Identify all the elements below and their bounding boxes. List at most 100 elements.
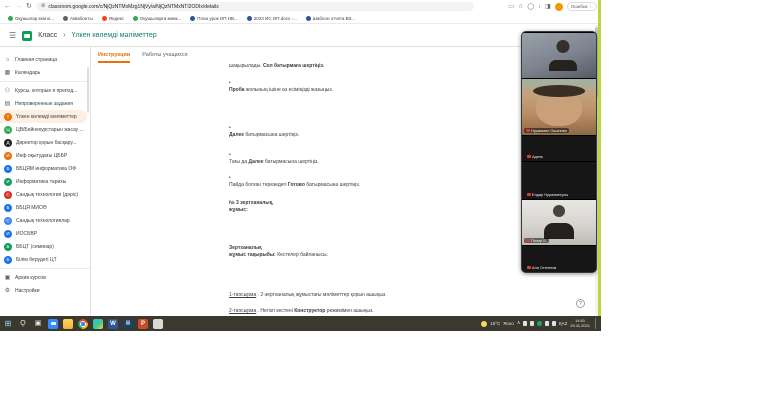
sidebar-item-archive[interactable]: ▣ Архив курсов xyxy=(0,271,90,284)
breadcrumb-app[interactable]: Класс xyxy=(38,32,57,39)
participant-tile-pinar[interactable]: Пинар Б. xyxy=(522,199,596,245)
weather-temp[interactable]: 15°C xyxy=(490,321,500,326)
weather-sun-icon[interactable] xyxy=(481,321,487,327)
participant-tile-nurzhamal[interactable]: Нуржамал Ошанова xyxy=(522,78,596,135)
content-text: . 2-зертханалық жұмыстағы мәліметтер қор… xyxy=(258,292,387,298)
participant-tile-eldar[interactable]: Елдар Нурахме... Елдар Нурахметулы xyxy=(522,161,596,199)
zoom-meeting-icon[interactable] xyxy=(537,321,542,326)
classroom-logo-icon[interactable] xyxy=(22,31,32,41)
bookmark-item[interactable]: Яндекс xyxy=(102,16,124,21)
language-indicator[interactable]: ҚАЗ xyxy=(559,321,567,326)
sidebar-course-inf-tarihy[interactable]: И Информатика тарихы 4 курс xyxy=(0,175,90,188)
participant-label: Нуржамал Ошанова xyxy=(524,128,569,133)
help-button[interactable]: ? xyxy=(576,299,585,308)
notes-app-icon[interactable] xyxy=(153,319,163,329)
bookmark-item[interactable]: 2023 ИС ОП.docx -... xyxy=(247,16,297,21)
sidebar-course-bbcym[interactable]: Б ББЦЯМ информатика ОФ Магистратура 2 ку… xyxy=(0,162,90,175)
sidebar-course-sandyk-tech[interactable]: С Сандық технологиялар 2 курс ИОК xyxy=(0,214,90,227)
bookmark-item[interactable]: Аквабонты xyxy=(63,16,93,21)
pip-icon[interactable]: ▭ xyxy=(508,4,514,10)
project-app-icon[interactable]: ▤ xyxy=(123,319,133,329)
tab-student-work[interactable]: Работы учащихся xyxy=(142,52,187,63)
browser-window: ← → ↻ ⚙ classroom.google.com/c/NjQzNTMxM… xyxy=(0,0,601,316)
sidebar-course-bilim-ct[interactable]: Б Білім берудегі ЦТ xyxy=(0,253,90,266)
course-label: Білім берудегі ЦТ xyxy=(16,257,57,263)
extension-icon[interactable]: ◯ xyxy=(527,4,534,10)
participant-tile-adel[interactable]: Адель Адель xyxy=(522,135,596,161)
sidebar-label: Настройки xyxy=(15,288,40,294)
taskbar-clock[interactable]: 14:51 29.11.2021 xyxy=(570,319,590,329)
bookmark-star-icon[interactable]: ☆ xyxy=(518,4,523,10)
bluetooth-icon[interactable] xyxy=(523,321,527,326)
sidebar-item-home[interactable]: ⌂ Главная страница xyxy=(0,53,90,66)
profile-avatar[interactable] xyxy=(555,3,563,11)
sidebar-item-calendar[interactable]: ▦ Календарь xyxy=(0,66,90,79)
reload-icon[interactable]: ↻ xyxy=(26,3,32,10)
hamburger-menu-icon[interactable]: ☰ xyxy=(9,32,16,40)
course-label: ББЦЯ МИОӘ xyxy=(16,205,47,211)
weather-condition[interactable]: Ясно xyxy=(503,321,514,326)
mic-tray-icon[interactable] xyxy=(530,321,534,326)
url-bar[interactable]: ⚙ classroom.google.com/c/NjQzNTMxMzg1NjV… xyxy=(36,2,474,11)
zoom-app-icon[interactable] xyxy=(48,319,58,329)
participant-tile-ali[interactable]: Али Отегенов Али Отегенов xyxy=(522,245,596,272)
content-line: жұмыс: xyxy=(229,207,529,214)
participant-tile-nurzhamal-cam[interactable]: Nurzhamal Oshanova, Abai Univers... xyxy=(522,32,596,78)
volume-icon[interactable] xyxy=(552,321,556,326)
download-icon[interactable]: ↓ xyxy=(538,4,541,10)
sidebar-item-settings[interactable]: ⚙ Настройки xyxy=(0,284,90,297)
network-icon[interactable] xyxy=(545,321,549,326)
sidebar-course-ulken-kolemdi[interactable]: Ү Үлкен көлемді мәліметтер xyxy=(0,110,87,123)
breadcrumb-course[interactable]: Үлкен көлемді мәліметтер xyxy=(72,32,157,39)
taskbar-search-icon[interactable]: Ϙ xyxy=(18,319,28,329)
sidebar-icon: ▣ xyxy=(4,275,11,281)
participant-name: Адель xyxy=(532,155,543,159)
task-view-icon[interactable]: ▣ xyxy=(33,319,43,329)
error-label: Ошибка xyxy=(571,4,588,9)
content-text: Пайда болған терезедегі xyxy=(229,182,288,188)
sidebar-course-bbcy-mioa[interactable]: Б ББЦЯ МИОӘ 2 курс магистратура xyxy=(0,201,90,214)
sidebar-course-cbbr[interactable]: И Инф оқытудағы ЦББР xyxy=(0,149,90,162)
bookmark-item[interactable]: Шаблон отчета ВЗ... xyxy=(306,16,355,21)
course-label: ББЦЯМ информатика ОФ xyxy=(16,166,76,172)
sidebar-course-cv[interactable]: Ц ЦВ/Бейнекурстарын жасау ... xyxy=(0,123,90,136)
sidebar-course-bbct[interactable]: Б ББЦТ (семинар) xyxy=(0,240,90,253)
show-desktop-button[interactable] xyxy=(595,318,598,329)
photos-app-icon[interactable] xyxy=(93,319,103,329)
bookmark-item[interactable]: Оқушылар кем кі... xyxy=(8,16,54,21)
course-label: Сандық технологиялар xyxy=(16,218,70,224)
content-text: режимімен ашыңыз. xyxy=(327,308,374,314)
sidebar-item-teaching-courses[interactable]: ▾ ⚇ Курсы, которые я препод... xyxy=(0,84,90,97)
browser-error-button[interactable]: Ошибка ⋮ xyxy=(567,2,597,11)
back-icon[interactable]: ← xyxy=(4,3,11,10)
bookmark-favicon xyxy=(190,16,195,21)
sidebar-bottom-group: ▣ Архив курсов ⚙ Настройки xyxy=(0,271,90,297)
sidebar-course-sandyk-daris[interactable]: С Сандық технология (дәріс) 3 курс ИОК xyxy=(0,188,90,201)
video-call-panel: Nurzhamal Oshanova, Abai Univers... Нурж… xyxy=(521,31,597,273)
tray-expand-icon[interactable]: ∧ xyxy=(517,321,521,326)
powerpoint-icon[interactable]: P xyxy=(138,319,148,329)
menu-dots-icon[interactable]: ⋮ xyxy=(589,4,594,10)
bookmark-label: Аквабонты xyxy=(70,16,93,21)
chrome-icon[interactable] xyxy=(78,319,88,329)
content-text: батырмасына шертіңіз. xyxy=(306,182,360,188)
sidebar-scrollbar[interactable] xyxy=(87,67,89,113)
content-line: Зертханалық xyxy=(229,245,529,252)
side-panel-icon[interactable]: ◨ xyxy=(545,4,551,10)
bookmark-item[interactable]: Оқушыларға кием... xyxy=(133,16,181,21)
content-text: Далее xyxy=(249,159,264,165)
forward-icon[interactable]: → xyxy=(15,3,22,10)
course-label: Инф оқытудағы ЦББР xyxy=(16,153,67,159)
sidebar-course-director[interactable]: Д Директор қорын басқару... МБ06101 Инфо… xyxy=(0,136,90,149)
bookmark-item[interactable]: План урок ОП НВ... xyxy=(190,16,238,21)
sidebar-item-unreviewed[interactable]: ▤ Непроверенные задания xyxy=(0,97,90,110)
word-icon[interactable]: W xyxy=(108,319,118,329)
tray-icons: ∧ xyxy=(517,321,556,326)
sidebar-course-iosbvr[interactable]: И ИОСБВР xyxy=(0,227,90,240)
start-button[interactable]: ⊞ xyxy=(3,319,13,329)
tab-instructions[interactable]: Инструкции xyxy=(98,52,130,63)
site-info-icon[interactable]: ⚙ xyxy=(41,4,45,9)
course-label: Директор қорын басқару... xyxy=(16,140,77,146)
file-explorer-icon[interactable] xyxy=(63,319,73,329)
content-line: • xyxy=(229,152,529,159)
